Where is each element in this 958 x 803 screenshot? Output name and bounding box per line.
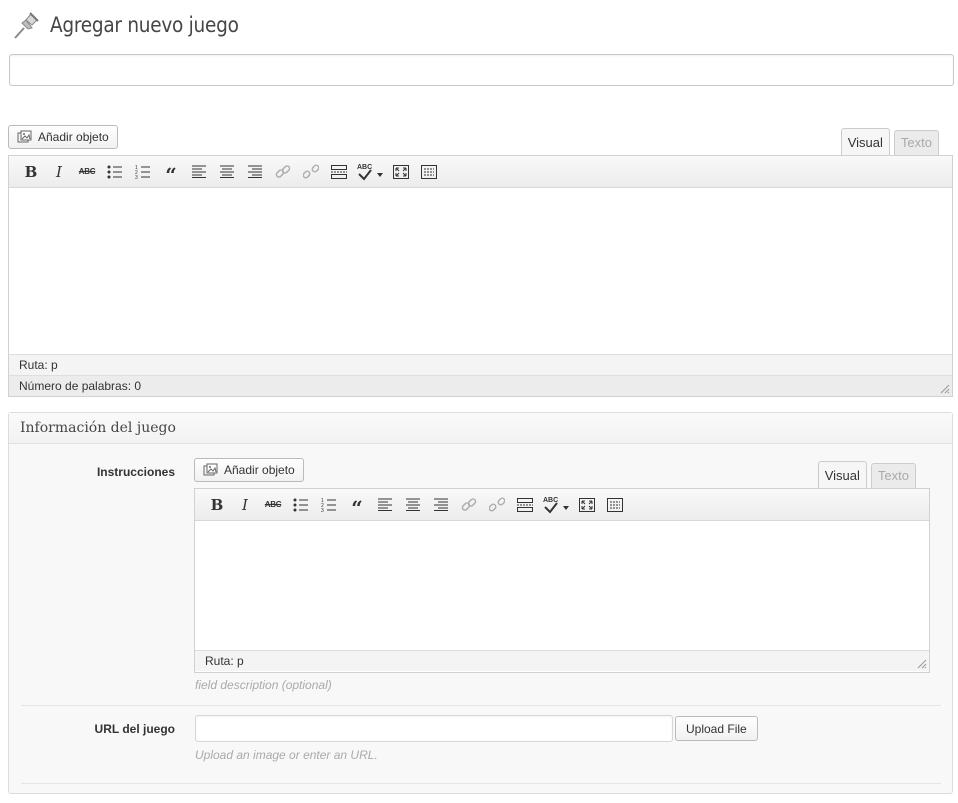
align-right-button[interactable] — [241, 160, 269, 184]
url-description: Upload an image or enter an URL. — [195, 748, 378, 762]
tab-visual[interactable]: Visual — [817, 461, 867, 489]
align-center-icon — [406, 498, 420, 511]
blockquote-button[interactable]: “ — [343, 493, 371, 520]
word-count: Número de palabras: 0 — [9, 375, 952, 396]
page-header: Agregar nuevo juego — [10, 8, 264, 42]
tab-visual[interactable]: Visual — [840, 128, 890, 156]
editor-tabs: Visual Texto — [817, 461, 916, 489]
more-tag-icon — [517, 497, 533, 512]
spellcheck-icon: ABC — [357, 164, 383, 181]
editor-path: Ruta: p — [195, 650, 929, 671]
editor-tabs: Visual Texto — [840, 128, 939, 156]
unlink-button[interactable] — [483, 493, 511, 517]
instructions-label: Instrucciones — [96, 465, 175, 479]
more-tag-button[interactable] — [511, 493, 539, 517]
align-center-icon — [220, 165, 234, 178]
fullscreen-button[interactable] — [387, 160, 415, 184]
more-tag-icon — [331, 164, 347, 179]
add-media-icon — [17, 130, 32, 143]
more-tag-button[interactable] — [325, 160, 353, 184]
add-media-button[interactable]: Añadir objeto — [8, 125, 118, 149]
numbered-list-icon: 123 — [135, 165, 150, 179]
unlink-icon — [489, 497, 505, 511]
metabox-title: Información del juego — [9, 413, 952, 444]
spellcheck-button[interactable]: ABC — [353, 160, 387, 184]
instructions-description: field description (optional) — [195, 678, 332, 692]
link-button[interactable] — [455, 493, 483, 517]
tab-text[interactable]: Texto — [893, 130, 939, 156]
page-title: Agregar nuevo juego — [50, 13, 239, 37]
bold-button[interactable]: B — [203, 493, 231, 517]
editor-box: B I ABC 123 “ — [194, 488, 930, 673]
upload-file-button[interactable]: Upload File — [675, 716, 758, 741]
fullscreen-button[interactable] — [573, 493, 601, 517]
kitchen-sink-button[interactable] — [415, 160, 443, 184]
spellcheck-button[interactable]: ABC — [539, 493, 573, 517]
align-center-button[interactable] — [213, 160, 241, 184]
link-icon — [275, 164, 291, 178]
kitchen-sink-button[interactable] — [601, 493, 629, 517]
spellcheck-icon: ABC — [543, 497, 569, 514]
align-left-button[interactable] — [185, 160, 213, 184]
align-left-icon — [192, 165, 206, 178]
align-left-button[interactable] — [371, 493, 399, 517]
svg-text:3: 3 — [135, 175, 138, 179]
align-right-button[interactable] — [427, 493, 455, 517]
resize-handle-icon[interactable] — [940, 384, 950, 394]
url-label: URL del juego — [94, 722, 175, 736]
numbered-list-icon: 123 — [321, 498, 336, 512]
bullet-list-button[interactable] — [101, 160, 129, 184]
editor-content[interactable] — [195, 521, 929, 650]
bullet-list-icon — [107, 165, 122, 178]
kitchen-sink-icon — [607, 497, 623, 512]
unlink-button[interactable] — [297, 160, 325, 184]
kitchen-sink-icon — [421, 164, 437, 179]
unlink-icon — [303, 164, 319, 178]
add-media-label: Añadir objeto — [38, 130, 109, 144]
bullet-list-button[interactable] — [287, 493, 315, 517]
italic-button[interactable]: I — [45, 160, 73, 184]
field-divider — [21, 705, 941, 706]
editor-box: B I ABC 123 “ — [8, 155, 953, 397]
main-editor: Añadir objeto Visual Texto B I ABC 123 “ — [8, 125, 953, 397]
editor-toolbar: B I ABC 123 “ ABC — [195, 489, 929, 521]
instructions-editor: Añadir objeto Visual Texto B I ABC 123 “ — [194, 458, 930, 673]
editor-path: Ruta: p — [9, 354, 952, 375]
link-button[interactable] — [269, 160, 297, 184]
editor-content[interactable] — [9, 188, 952, 354]
field-divider — [21, 783, 941, 784]
align-right-icon — [248, 165, 262, 178]
title-input[interactable] — [9, 54, 954, 86]
strikethrough-button[interactable]: ABC — [73, 160, 101, 184]
strikethrough-button[interactable]: ABC — [259, 493, 287, 517]
add-media-label: Añadir objeto — [224, 463, 295, 477]
resize-handle-icon[interactable] — [917, 659, 927, 669]
bullet-list-icon — [293, 498, 308, 511]
add-media-icon — [203, 463, 218, 476]
numbered-list-button[interactable]: 123 — [129, 160, 157, 184]
game-info-metabox: Información del juego Instrucciones Añad… — [8, 412, 953, 794]
numbered-list-button[interactable]: 123 — [315, 493, 343, 517]
svg-text:3: 3 — [321, 508, 324, 512]
word-count-label: Número de palabras: 0 — [19, 379, 142, 393]
align-left-icon — [378, 498, 392, 511]
align-center-button[interactable] — [399, 493, 427, 517]
align-right-icon — [434, 498, 448, 511]
italic-button[interactable]: I — [231, 493, 259, 517]
editor-toolbar: B I ABC 123 “ ABC — [9, 156, 952, 188]
url-input[interactable] — [195, 715, 673, 742]
instructions-add-media-button[interactable]: Añadir objeto — [194, 458, 304, 482]
pushpin-icon — [14, 12, 39, 39]
blockquote-button[interactable]: “ — [157, 160, 185, 187]
link-icon — [461, 497, 477, 511]
editor-path-label: Ruta: p — [205, 654, 244, 668]
bold-button[interactable]: B — [17, 160, 45, 184]
fullscreen-icon — [393, 164, 409, 179]
fullscreen-icon — [579, 497, 595, 512]
tab-text[interactable]: Texto — [870, 463, 916, 489]
